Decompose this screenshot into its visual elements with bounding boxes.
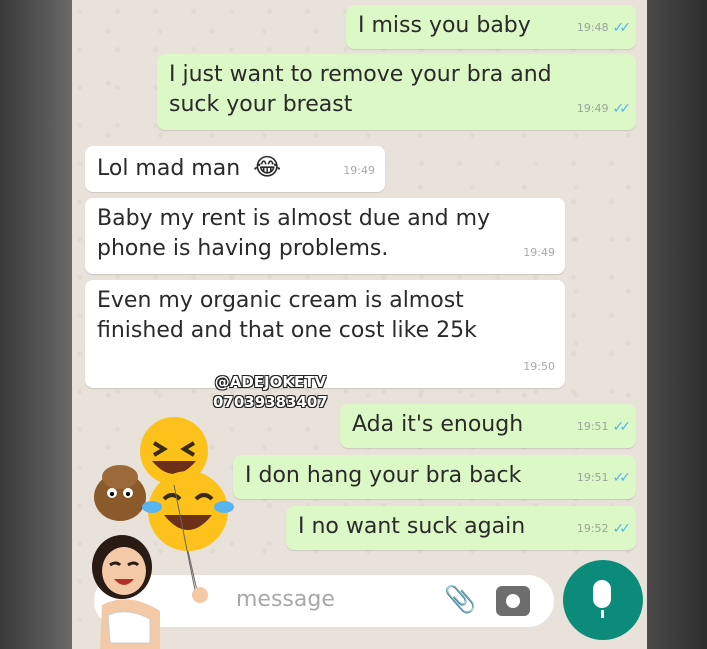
message-time: 19:50 — [523, 360, 555, 373]
message-text: I miss you baby — [358, 13, 531, 38]
watermark: @ADEJOKETV 07039383407 — [213, 372, 328, 412]
tears-of-joy-icon: 😂 — [253, 153, 282, 181]
message-meta: 19:49 — [523, 238, 555, 268]
message-text: I just want to remove your bra and suck … — [169, 62, 552, 117]
message-meta: 19:51 ✓✓ — [576, 463, 632, 493]
left-border — [0, 0, 72, 649]
message-time: 19:51 — [576, 420, 609, 433]
message-meta: 19:52 ✓✓ — [576, 514, 632, 544]
microphone-stand — [601, 610, 604, 618]
double-check-icon: ✓✓ — [612, 521, 632, 537]
watermark-handle: @ADEJOKETV — [214, 373, 327, 391]
message-meta: 19:50 — [523, 352, 555, 382]
message-meta: 19:48 ✓✓ — [576, 13, 632, 43]
message-time: 19:49 — [576, 102, 609, 115]
message-placeholder: message — [236, 587, 335, 612]
message-bubble-outgoing[interactable]: I miss you baby 19:48 ✓✓ — [346, 5, 636, 49]
message-meta: 19:51 ✓✓ — [576, 412, 632, 442]
tears-of-joy-emoji-icon — [142, 471, 234, 551]
message-bubble-outgoing[interactable]: I don hang your bra back 19:51 ✓✓ — [233, 455, 636, 499]
message-bubble-incoming[interactable]: Baby my rent is almost due and my phone … — [85, 198, 565, 274]
message-text: Ada it's enough — [352, 412, 524, 437]
double-check-icon: ✓✓ — [612, 470, 632, 486]
message-text: I don hang your bra back — [245, 463, 522, 488]
message-time: 19:49 — [523, 246, 555, 259]
message-time: 19:52 — [576, 522, 609, 535]
message-bubble-outgoing[interactable]: I no want suck again 19:52 ✓✓ — [286, 506, 636, 550]
emoji-sticker-cluster — [92, 417, 234, 649]
double-check-icon: ✓✓ — [612, 101, 632, 117]
message-bubble-outgoing[interactable]: Ada it's enough 19:51 ✓✓ — [340, 404, 636, 448]
camera-icon[interactable] — [496, 586, 530, 616]
message-text: I no want suck again — [298, 514, 526, 539]
message-text: Lol mad man — [97, 156, 241, 181]
watermark-phone: 07039383407 — [213, 393, 328, 411]
cartoon-girl-icon — [92, 535, 208, 649]
double-check-icon: ✓✓ — [612, 419, 632, 435]
double-check-icon: ✓✓ — [612, 20, 632, 36]
message-bubble-incoming[interactable]: Lol mad man 😂 19:49 — [85, 146, 385, 192]
right-border — [647, 0, 707, 649]
message-time: 19:49 — [343, 164, 375, 177]
poop-emoji-icon — [94, 465, 146, 521]
microphone-icon — [593, 580, 611, 608]
message-time: 19:51 — [576, 471, 609, 484]
message-bubble-outgoing[interactable]: I just want to remove your bra and suck … — [157, 54, 636, 130]
paperclip-icon[interactable]: 📎 — [444, 585, 476, 615]
message-text: Baby my rent is almost due and my phone … — [97, 206, 491, 261]
message-time: 19:48 — [576, 21, 609, 34]
message-meta: 19:49 — [343, 156, 375, 186]
microphone-button[interactable] — [563, 560, 643, 640]
message-text: Even my organic cream is almost finished… — [97, 288, 477, 343]
message-meta: 19:49 ✓✓ — [576, 94, 632, 124]
